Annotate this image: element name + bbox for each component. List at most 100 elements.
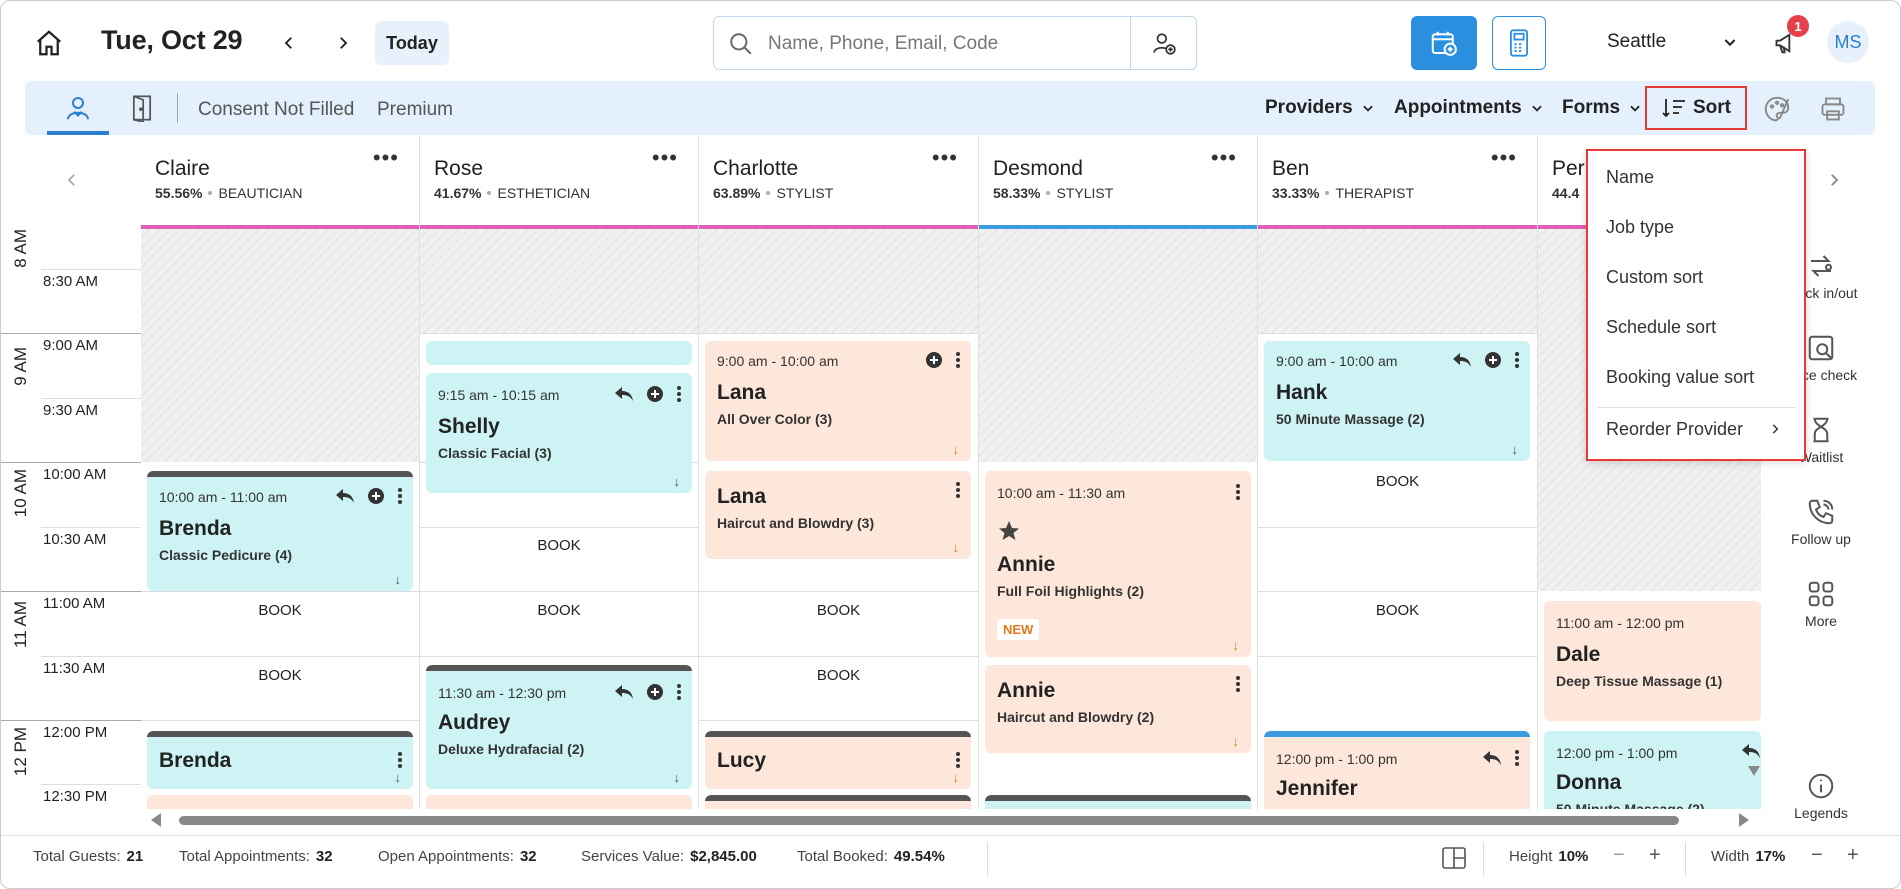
add-service-icon[interactable] [646,385,664,408]
today-button[interactable]: Today [375,21,449,65]
scroll-right-arrow-icon[interactable] [1739,813,1749,832]
appointment-card[interactable]: 12:00 pm - 1:00 pm Jennifer [1264,731,1530,809]
premium-filter[interactable]: Premium [377,99,453,121]
book-slot[interactable]: BOOK [420,602,698,619]
card-stripe [705,731,971,737]
more-options-icon[interactable]: ••• [1211,147,1237,169]
more-vertical-icon[interactable] [955,481,961,504]
legends-item[interactable]: Legends [1761,771,1881,821]
sort-option-booking-value[interactable]: Booking value sort [1606,367,1754,388]
chevron-down-icon[interactable] [1719,31,1741,53]
search-input[interactable] [768,27,1118,61]
more-options-icon[interactable]: ••• [932,147,958,169]
appointment-card[interactable] [426,795,692,809]
appointment-card[interactable]: 9:00 am - 10:00 am Lana All Over Color (… [705,341,971,461]
appointment-card[interactable]: 12:00 pm - 1:00 pm Donna 50 Minute Massa… [1544,731,1761,809]
more-vertical-icon[interactable] [1514,749,1520,772]
more-vertical-icon[interactable] [1514,351,1520,374]
more-options-icon[interactable]: ••• [1491,147,1517,169]
next-providers-chevron-icon[interactable] [1821,167,1847,193]
provider-header-claire[interactable]: Claire 55.56% BEAUTICIAN ••• [141,135,420,229]
more-vertical-icon[interactable] [676,385,682,408]
more-vertical-icon[interactable] [955,351,961,374]
reorder-provider-item[interactable]: Reorder Provider [1606,419,1743,440]
book-slot[interactable]: BOOK [1258,602,1537,619]
appointment-card[interactable]: Lucy ↓ [705,731,971,789]
location-select[interactable]: Seattle [1607,31,1666,53]
book-slot[interactable]: BOOK [1258,473,1537,490]
reply-icon[interactable] [1741,743,1761,764]
provider-header-charlotte[interactable]: Charlotte 63.89% STYLIST ••• [699,135,979,229]
width-increase-button[interactable]: + [1847,844,1859,867]
more-vertical-icon[interactable] [1235,483,1241,506]
appointment-card[interactable]: 11:00 am - 12:00 pm Dale Deep Tissue Mas… [1544,601,1761,721]
scroll-left-arrow-icon[interactable] [151,813,161,832]
appointments-dropdown[interactable]: Appointments [1394,97,1544,119]
add-service-icon[interactable] [925,351,943,374]
reply-icon[interactable] [614,386,634,407]
chevron-right-icon[interactable] [1768,421,1782,442]
add-service-icon[interactable] [646,683,664,706]
provider-header-ben[interactable]: Ben 33.33% THERAPIST ••• [1258,135,1538,229]
appointment-card[interactable] [426,341,692,365]
height-increase-button[interactable]: + [1649,844,1661,867]
reply-icon[interactable] [1452,352,1472,373]
appointment-card[interactable]: 10:00 am - 11:00 am Brenda Classic Pedic… [147,471,413,591]
scroll-down-arrow-icon[interactable] [1748,763,1760,781]
providers-dropdown[interactable]: Providers [1265,97,1375,119]
prev-day-chevron-icon[interactable] [275,29,303,57]
more-options-icon[interactable]: ••• [373,147,399,169]
sort-option-name[interactable]: Name [1606,167,1654,188]
book-slot[interactable]: BOOK [699,602,978,619]
consent-not-filled-filter[interactable]: Consent Not Filled [198,99,354,121]
reply-icon[interactable] [335,488,355,509]
more-vertical-icon[interactable] [676,683,682,706]
add-service-icon[interactable] [1484,351,1502,374]
provider-header-rose[interactable]: Rose 41.67% ESTHETICIAN ••• [420,135,699,229]
pos-terminal-button[interactable] [1492,16,1546,70]
horizontal-scrollbar[interactable] [141,809,1761,833]
sort-button[interactable]: Sort [1645,86,1747,130]
book-slot[interactable]: BOOK [699,667,978,684]
appointment-card[interactable]: 10:00 am - 11:30 am Annie Full Foil High… [985,471,1251,657]
appointment-card[interactable] [985,795,1251,809]
appointment-card[interactable]: 9:15 am - 10:15 am Shelly Classic Facial… [426,373,692,493]
add-service-icon[interactable] [367,487,385,510]
scrollbar-thumb[interactable] [179,816,1679,825]
appointment-card[interactable]: Brenda ↓ [147,731,413,789]
appointment-card[interactable] [147,795,413,809]
appointment-card[interactable]: 11:30 am - 12:30 pm Audrey Deluxe Hydraf… [426,665,692,789]
follow-up-item[interactable]: Follow up [1761,497,1881,547]
print-icon[interactable] [1815,91,1851,127]
palette-icon[interactable] [1759,91,1795,127]
more-vertical-icon[interactable] [397,487,403,510]
appointment-card[interactable]: Lana Haircut and Blowdry (3) ↓ [705,471,971,559]
book-slot[interactable]: BOOK [141,667,419,684]
prev-providers-chevron-icon[interactable] [59,167,85,193]
width-decrease-button[interactable]: − [1811,844,1823,867]
room-view-icon[interactable] [125,91,159,125]
provider-header-desmond[interactable]: Desmond 58.33% STYLIST ••• [979,135,1258,229]
more-vertical-icon[interactable] [1235,675,1241,698]
book-slot[interactable]: BOOK [141,602,419,619]
appointment-card[interactable]: 9:00 am - 10:00 am Hank 50 Minute Massag… [1264,341,1530,461]
height-decrease-button[interactable]: − [1613,844,1625,867]
reply-icon[interactable] [1482,750,1502,771]
new-appointment-button[interactable] [1411,16,1477,70]
appointment-card[interactable]: Annie Haircut and Blowdry (2) ↓ [985,665,1251,753]
book-slot[interactable]: BOOK [420,537,698,554]
sort-option-job-type[interactable]: Job type [1606,217,1674,238]
sort-option-custom[interactable]: Custom sort [1606,267,1703,288]
appointment-card[interactable] [705,795,971,809]
provider-view-icon[interactable] [47,85,109,135]
more-options-icon[interactable]: ••• [652,147,678,169]
sort-option-schedule[interactable]: Schedule sort [1606,317,1716,338]
next-day-chevron-icon[interactable] [329,29,357,57]
layout-toggle-icon[interactable] [1441,846,1467,874]
home-icon[interactable] [31,25,67,61]
forms-dropdown[interactable]: Forms [1562,97,1642,119]
user-avatar[interactable]: MS [1827,21,1869,63]
more-item[interactable]: More [1761,579,1881,629]
add-client-icon[interactable] [1144,27,1184,61]
reply-icon[interactable] [614,684,634,705]
